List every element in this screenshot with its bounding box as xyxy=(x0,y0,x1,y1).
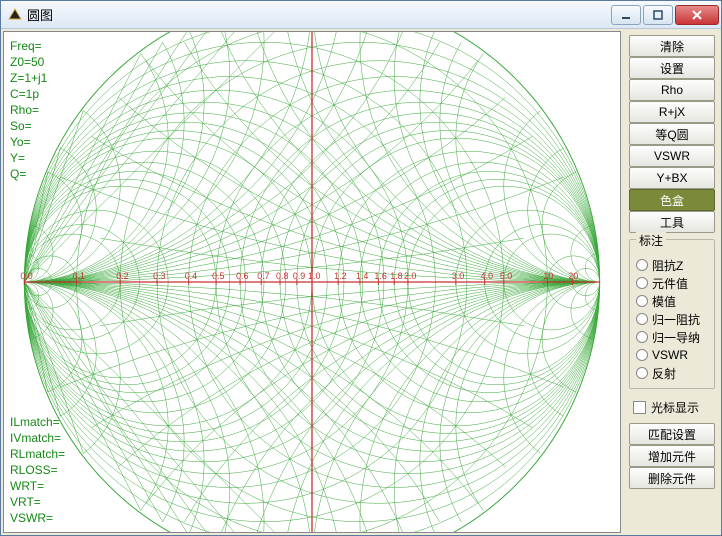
radio-label: 归一阻抗 xyxy=(652,311,700,328)
svg-text:0.5: 0.5 xyxy=(212,271,224,281)
readout-wrt: WRT= xyxy=(10,478,65,494)
svg-text:0.0: 0.0 xyxy=(20,271,32,281)
radio-label: 模值 xyxy=(652,293,676,310)
radio-icon xyxy=(636,259,648,271)
side-button-r+jx[interactable]: R+jX xyxy=(629,101,715,123)
side-panel: 清除设置RhoR+jX等Q圆VSWRY+BX色盒工具 标注 阻抗Z元件值模值归一… xyxy=(625,31,719,533)
svg-text:0.6: 0.6 xyxy=(236,271,248,281)
svg-text:1.8: 1.8 xyxy=(390,271,402,281)
radio-label: VSWR xyxy=(652,348,688,362)
minimize-button[interactable] xyxy=(611,5,641,25)
radio-反射[interactable]: 反射 xyxy=(636,364,710,382)
radio-归一导纳[interactable]: 归一导纳 xyxy=(636,328,710,346)
radio-元件值[interactable]: 元件值 xyxy=(636,274,710,292)
readout-y: Y= xyxy=(10,150,47,166)
readout-vrt: VRT= xyxy=(10,494,65,510)
readout-ivmatch: IVmatch= xyxy=(10,430,65,446)
readout-z: Z=1+j1 xyxy=(10,70,47,86)
side-button-rho[interactable]: Rho xyxy=(629,79,715,101)
svg-text:0.3: 0.3 xyxy=(153,271,165,281)
radio-阻抗Z[interactable]: 阻抗Z xyxy=(636,256,710,274)
svg-text:1.6: 1.6 xyxy=(374,271,386,281)
titlebar: 圆图 xyxy=(1,1,721,29)
window-title: 圆图 xyxy=(27,5,611,24)
cursor-show-checkbox[interactable]: 光标显示 xyxy=(633,397,715,417)
svg-text:4.0: 4.0 xyxy=(481,271,493,281)
radio-label: 反射 xyxy=(652,365,676,382)
radio-模值[interactable]: 模值 xyxy=(636,292,710,310)
readout-z0: Z0=50 xyxy=(10,54,47,70)
svg-text:20: 20 xyxy=(568,271,578,281)
readout-rho: Rho= xyxy=(10,102,47,118)
readout-ilmatch: ILmatch= xyxy=(10,414,65,430)
maximize-button[interactable] xyxy=(643,5,673,25)
radio-icon xyxy=(636,313,648,325)
side-button-y+bx[interactable]: Y+BX xyxy=(629,167,715,189)
checkbox-icon xyxy=(633,401,646,414)
app-icon xyxy=(7,7,23,23)
side-button-工具[interactable]: 工具 xyxy=(629,211,715,233)
radio-label: 阻抗Z xyxy=(652,257,683,274)
radio-VSWR[interactable]: VSWR xyxy=(636,346,710,364)
radio-icon xyxy=(636,295,648,307)
readout-vswr: VSWR= xyxy=(10,510,65,526)
svg-text:0.9: 0.9 xyxy=(293,271,305,281)
annotation-groupbox: 标注 阻抗Z元件值模值归一阻抗归一导纳VSWR反射 xyxy=(629,239,715,389)
svg-text:0.8: 0.8 xyxy=(276,271,288,281)
action-button-删除元件[interactable]: 删除元件 xyxy=(629,467,715,489)
radio-icon xyxy=(636,331,648,343)
side-button-色盒[interactable]: 色盒 xyxy=(629,189,715,211)
readout-top: Freq=Z0=50Z=1+j1C=1pRho=So=Yo=Y=Q= xyxy=(10,38,47,182)
annotation-title: 标注 xyxy=(636,232,666,249)
side-button-清除[interactable]: 清除 xyxy=(629,35,715,57)
readout-so: So= xyxy=(10,118,47,134)
readout-rlmatch: RLmatch= xyxy=(10,446,65,462)
side-button-设置[interactable]: 设置 xyxy=(629,57,715,79)
readout-rloss: RLOSS= xyxy=(10,462,65,478)
radio-归一阻抗[interactable]: 归一阻抗 xyxy=(636,310,710,328)
content-area: Freq=Z0=50Z=1+j1C=1pRho=So=Yo=Y=Q= ILmat… xyxy=(1,29,721,535)
cursor-show-label: 光标显示 xyxy=(651,399,699,416)
svg-text:1.4: 1.4 xyxy=(356,271,368,281)
side-button-vswr[interactable]: VSWR xyxy=(629,145,715,167)
radio-label: 元件值 xyxy=(652,275,688,292)
readout-bottom: ILmatch=IVmatch=RLmatch=RLOSS=WRT=VRT=VS… xyxy=(10,414,65,526)
svg-text:1.0: 1.0 xyxy=(308,271,320,281)
svg-text:2.0: 2.0 xyxy=(404,271,416,281)
readout-c: C=1p xyxy=(10,86,47,102)
close-button[interactable] xyxy=(675,5,719,25)
radio-icon xyxy=(636,367,648,379)
readout-freq: Freq= xyxy=(10,38,47,54)
action-button-匹配设置[interactable]: 匹配设置 xyxy=(629,423,715,445)
readout-q: Q= xyxy=(10,166,47,182)
svg-text:0.4: 0.4 xyxy=(185,271,197,281)
radio-icon xyxy=(636,277,648,289)
smith-chart-panel: Freq=Z0=50Z=1+j1C=1pRho=So=Yo=Y=Q= ILmat… xyxy=(3,31,621,533)
svg-text:0.2: 0.2 xyxy=(116,271,128,281)
app-window: 圆图 Freq=Z0=50Z=1+j1C=1pRho=So=Yo=Y=Q= IL… xyxy=(0,0,722,536)
window-controls xyxy=(611,5,719,25)
svg-text:0.1: 0.1 xyxy=(73,271,85,281)
svg-text:10: 10 xyxy=(543,271,553,281)
smith-chart[interactable]: 0.0 0.1 0.2 0.3 0.4 0.5 0.6 0.7 0.8 0.91.0 1.2 1.4 1… xyxy=(4,32,620,532)
side-button-等q圆[interactable]: 等Q圆 xyxy=(629,123,715,145)
radio-label: 归一导纳 xyxy=(652,329,700,346)
svg-text:0.7: 0.7 xyxy=(257,271,269,281)
svg-text:1.2: 1.2 xyxy=(334,271,346,281)
action-button-增加元件[interactable]: 增加元件 xyxy=(629,445,715,467)
svg-text:3.0: 3.0 xyxy=(452,271,464,281)
radio-icon xyxy=(636,349,648,361)
readout-yo: Yo= xyxy=(10,134,47,150)
svg-text:5.0: 5.0 xyxy=(500,271,512,281)
